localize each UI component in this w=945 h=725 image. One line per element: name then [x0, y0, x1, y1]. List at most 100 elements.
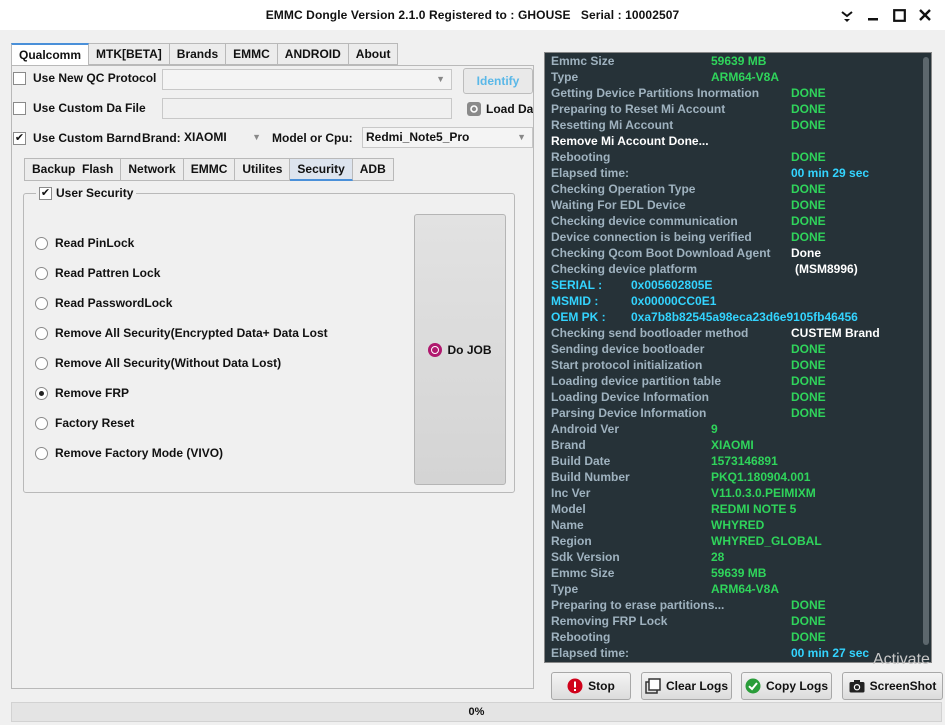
- model-dropdown[interactable]: Redmi_Note5_Pro ▼: [362, 127, 533, 148]
- log-value: (MSM8996): [795, 262, 858, 276]
- brand-dropdown[interactable]: XIAOMI ▼: [180, 127, 268, 148]
- log-key: Preparing to erase partitions...: [551, 598, 725, 612]
- chevron-down-icon: ▼: [436, 74, 445, 84]
- screenshot-button[interactable]: ScreenShot: [842, 672, 943, 700]
- tab-brands[interactable]: Brands: [169, 43, 227, 65]
- radio-button[interactable]: [35, 416, 48, 430]
- minimize-icon[interactable]: [860, 4, 886, 26]
- log-value: 28: [711, 550, 725, 564]
- clear-logs-label: Clear Logs: [665, 679, 728, 693]
- progress-bar: 0%: [11, 702, 942, 722]
- model-label: Model or Cpu:: [272, 131, 353, 145]
- tab-android[interactable]: ANDROID: [277, 43, 349, 65]
- log-key: Checking device communication: [551, 214, 738, 228]
- radio-button[interactable]: [35, 446, 48, 460]
- use-custom-brand-option[interactable]: Use Custom Barnd: [13, 128, 141, 148]
- option-read-pattern-lock[interactable]: Read Pattren Lock: [35, 264, 160, 282]
- custom-da-file-path[interactable]: [162, 98, 452, 119]
- log-value: DONE: [791, 102, 826, 116]
- log-value: DONE: [791, 598, 826, 612]
- use-custom-da-file-option[interactable]: Use Custom Da File: [13, 98, 146, 118]
- log-value: DONE: [791, 630, 826, 644]
- option-remove-factory-mode-vivo[interactable]: Remove Factory Mode (VIVO): [35, 444, 223, 462]
- log-key: Type: [551, 582, 579, 596]
- window-menu-icon[interactable]: [834, 4, 860, 26]
- tab-about[interactable]: About: [348, 43, 399, 65]
- log-value: DONE: [791, 118, 826, 132]
- log-value: 9: [711, 422, 718, 436]
- log-key: Name: [551, 518, 584, 532]
- radio-button-selected[interactable]: [35, 386, 48, 400]
- tab-emmc[interactable]: EMMC: [226, 43, 278, 65]
- log-key: Preparing to Reset Mi Account: [551, 102, 726, 116]
- log-key: Emmc Size: [551, 54, 615, 68]
- maximize-icon[interactable]: [886, 4, 912, 26]
- subtab-adb[interactable]: ADB: [352, 158, 394, 181]
- identify-button[interactable]: Identify: [463, 68, 533, 94]
- log-key: Checking Operation Type: [551, 182, 696, 196]
- log-key: Removing FRP Lock: [551, 614, 668, 628]
- option-label: Remove All Security(Encrypted Data+ Data…: [55, 326, 328, 340]
- log-key: Elapsed time:: [551, 646, 630, 660]
- log-key: Checking device platform: [551, 262, 698, 276]
- stop-label: Stop: [588, 679, 615, 693]
- log-value: DONE: [791, 614, 826, 628]
- log-key: Build Date: [551, 454, 611, 468]
- use-custom-brand-checkbox[interactable]: [13, 131, 26, 145]
- log-key: Getting Device Partitions Inormation: [551, 86, 760, 100]
- log-key: Brand: [551, 438, 586, 452]
- log-key: Start protocol initialization: [551, 358, 703, 372]
- tab-qualcomm[interactable]: Qualcomm: [11, 43, 90, 67]
- log-key: MSMID :: [551, 294, 599, 308]
- user-security-label: User Security: [56, 186, 134, 200]
- load-da-button[interactable]: Load Da: [467, 102, 533, 116]
- clear-logs-button[interactable]: Clear Logs: [641, 672, 732, 700]
- use-custom-da-file-checkbox[interactable]: [13, 101, 26, 115]
- log-value: CUSTEM Brand: [791, 326, 880, 340]
- qc-protocol-dropdown[interactable]: ▼: [162, 69, 452, 90]
- close-icon[interactable]: [912, 4, 938, 26]
- subtab-backup-flash[interactable]: Backup Flash: [24, 158, 122, 181]
- option-read-password-lock[interactable]: Read PasswordLock: [35, 294, 172, 312]
- log-panel[interactable]: Emmc Size 59639 MB Type ARM64-V8A Getting De…: [544, 52, 932, 663]
- log-key: Sending device bootloader: [551, 342, 705, 356]
- radio-button[interactable]: [35, 266, 48, 280]
- log-key: Parsing Device Information: [551, 406, 707, 420]
- radio-button[interactable]: [35, 236, 48, 250]
- screenshot-label: ScreenShot: [869, 679, 937, 693]
- log-key: Emmc Size: [551, 566, 615, 580]
- subtab-network[interactable]: Network: [121, 158, 184, 181]
- option-read-pinlock[interactable]: Read PinLock: [35, 234, 134, 252]
- load-da-label: Load Da: [486, 102, 533, 116]
- radio-button[interactable]: [35, 356, 48, 370]
- copy-logs-button[interactable]: Copy Logs: [741, 672, 832, 700]
- log-value: 59639 MB: [711, 566, 767, 580]
- user-security-checkbox[interactable]: [39, 186, 52, 200]
- option-remove-all-security-data-lost[interactable]: Remove All Security(Encrypted Data+ Data…: [35, 324, 328, 342]
- activation-watermark: Activate: [873, 651, 930, 668]
- user-security-toggle[interactable]: User Security: [36, 186, 137, 200]
- log-key: Loading device partition table: [551, 374, 722, 388]
- option-label: Read Pattren Lock: [55, 266, 161, 280]
- subtab-emmc[interactable]: EMMC: [183, 158, 236, 181]
- log-value: DONE: [791, 214, 826, 228]
- log-scrollbar[interactable]: [923, 57, 929, 645]
- option-remove-frp[interactable]: Remove FRP: [35, 384, 129, 402]
- use-new-qc-protocol-checkbox[interactable]: [13, 71, 26, 85]
- radio-button[interactable]: [35, 326, 48, 340]
- subtab-security[interactable]: Security: [290, 158, 353, 181]
- log-key: Sdk Version: [551, 550, 620, 564]
- log-value: 59639 MB: [711, 54, 767, 68]
- stop-button[interactable]: Stop: [551, 672, 631, 700]
- model-value: Redmi_Note5_Pro: [366, 130, 470, 144]
- tab-mtk-beta[interactable]: MTK[BETA]: [89, 43, 170, 65]
- use-new-qc-protocol-option[interactable]: Use New QC Protocol: [13, 68, 156, 88]
- log-value: DONE: [791, 182, 826, 196]
- log-key: OEM PK :: [551, 310, 606, 324]
- do-job-button[interactable]: Do JOB: [414, 214, 506, 485]
- radio-button[interactable]: [35, 296, 48, 310]
- log-key: Rebooting: [551, 630, 611, 644]
- option-factory-reset[interactable]: Factory Reset: [35, 414, 134, 432]
- subtab-utilites[interactable]: Utilites: [235, 158, 291, 181]
- option-remove-all-security-no-data-lost[interactable]: Remove All Security(Without Data Lost): [35, 354, 281, 372]
